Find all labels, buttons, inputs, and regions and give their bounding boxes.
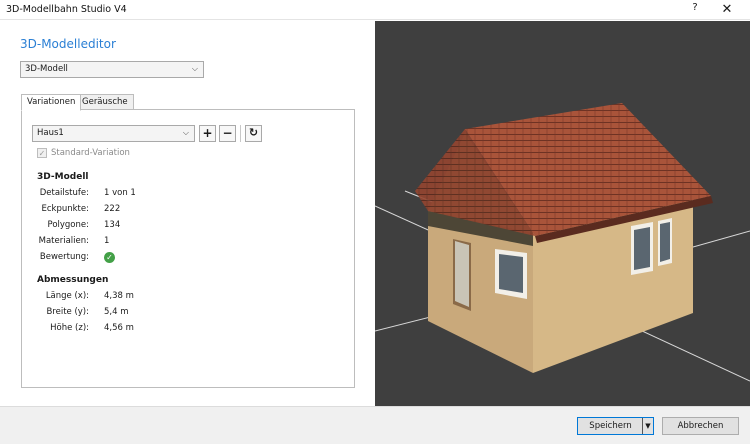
help-button[interactable]: ? bbox=[686, 2, 704, 18]
checkmark-icon: ✓ bbox=[37, 148, 47, 158]
editor-panel: 3D-Modelleditor 3D-Modell ⌵ Variationen … bbox=[0, 21, 374, 406]
info-row: Eckpunkte: 222 bbox=[41, 204, 121, 214]
close-button[interactable]: ✕ bbox=[716, 1, 738, 19]
refresh-icon: ↻ bbox=[248, 126, 259, 139]
info-row: Polygone: 134 bbox=[47, 220, 121, 230]
info-row: Detailstufe: 1 von 1 bbox=[39, 188, 136, 198]
model-type-value: 3D-Modell bbox=[25, 64, 68, 74]
info-row: Breite (y): 5,4 m bbox=[46, 307, 129, 317]
info-row: Höhe (z): 4,56 m bbox=[50, 323, 134, 333]
info-row: Länge (x): 4,38 m bbox=[45, 291, 134, 301]
remove-variation-button[interactable]: − bbox=[219, 125, 236, 142]
standard-variation-checkbox[interactable]: ✓ Standard-Variation bbox=[37, 148, 130, 158]
check-circle-icon: ✓ bbox=[104, 252, 115, 263]
model-section-title: 3D-Modell bbox=[37, 172, 89, 182]
window-title: 3D-Modellbahn Studio V4 bbox=[6, 4, 127, 15]
chevron-down-icon: ⌵ bbox=[182, 128, 189, 137]
editor-heading: 3D-Modelleditor bbox=[20, 37, 116, 51]
title-bar: 3D-Modellbahn Studio V4 ? ✕ bbox=[0, 0, 750, 20]
add-variation-button[interactable]: + bbox=[199, 125, 216, 142]
minus-icon: − bbox=[222, 126, 233, 140]
standard-variation-label: Standard-Variation bbox=[51, 148, 130, 158]
toolbar-separator bbox=[240, 125, 241, 142]
3d-viewport[interactable] bbox=[375, 21, 750, 406]
save-button[interactable]: Speichern ▼ bbox=[577, 417, 654, 435]
variation-value: Haus1 bbox=[37, 128, 64, 138]
plus-icon: + bbox=[202, 126, 213, 140]
chevron-down-icon[interactable]: ▼ bbox=[642, 418, 653, 434]
dimensions-section-title: Abmessungen bbox=[37, 275, 109, 285]
cancel-button[interactable]: Abbrechen bbox=[662, 417, 739, 435]
house-model-render bbox=[375, 103, 750, 382]
info-row: Materialien: 1 bbox=[38, 236, 110, 246]
info-row: Bewertung: ✓ bbox=[22, 252, 322, 264]
tab-variationen[interactable]: Variationen bbox=[21, 94, 82, 111]
tab-geraeusche[interactable]: Geräusche bbox=[76, 94, 134, 110]
refresh-button[interactable]: ↻ bbox=[245, 125, 262, 142]
model-type-select[interactable]: 3D-Modell ⌵ bbox=[20, 61, 204, 78]
variation-select[interactable]: Haus1 ⌵ bbox=[32, 125, 195, 142]
variations-panel: Haus1 ⌵ + − ↻ ✓ Standard-Variation 3D-Mod… bbox=[21, 109, 355, 388]
chevron-down-icon: ⌵ bbox=[191, 64, 198, 73]
dialog-footer: Speichern ▼ Abbrechen bbox=[0, 406, 750, 444]
